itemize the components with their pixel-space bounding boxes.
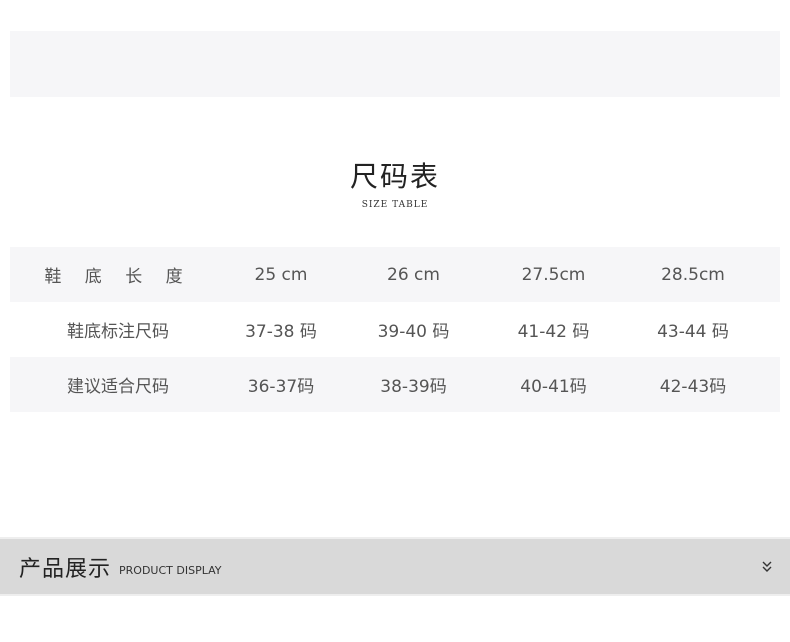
table-cell: 42-43码 xyxy=(659,377,727,397)
table-cell: 36-37码 xyxy=(247,377,315,397)
table-cell: 43-44 码 xyxy=(657,322,729,342)
table-cell: 27.5cm xyxy=(521,264,586,285)
table-cell: 28.5cm xyxy=(661,264,725,285)
row-header: 鞋底标注尺码 xyxy=(67,322,169,342)
table-cell: 25 cm xyxy=(254,264,308,285)
table-cell: 39-40 码 xyxy=(377,322,450,342)
row-header: 建议适合尺码 xyxy=(67,377,169,397)
table-cell: 38-39码 xyxy=(380,377,447,397)
size-table-title: 尺码表 xyxy=(349,160,440,193)
row-header: 鞋 底 长 度 xyxy=(44,267,192,287)
table-row-sole-length: 鞋 底 长 度 25 cm 26 cm 27.5cm 28.5cm xyxy=(10,247,780,302)
product-display-header[interactable]: 产品展示 PRODUCT DISPLAY xyxy=(0,537,790,596)
product-display-title: 产品展示 xyxy=(19,556,112,582)
size-table-heading: 尺码表 SIZE TABLE xyxy=(0,158,790,210)
banner-placeholder xyxy=(10,31,780,97)
size-table-subtitle: SIZE TABLE xyxy=(361,200,429,210)
table-row-marked-size: 鞋底标注尺码 37-38 码 39-40 码 41-42 码 43-44 码 xyxy=(10,302,780,357)
table-row-recommended-size: 建议适合尺码 36-37码 38-39码 40-41码 42-43码 xyxy=(10,357,780,412)
table-cell: 41-42 码 xyxy=(517,322,590,342)
double-chevron-down-icon[interactable] xyxy=(760,559,774,575)
size-table: 鞋 底 长 度 25 cm 26 cm 27.5cm 28.5cm 鞋底标注尺码… xyxy=(10,247,780,412)
table-cell: 26 cm xyxy=(387,264,440,285)
table-cell: 37-38 码 xyxy=(245,322,317,342)
product-display-subtitle: PRODUCT DISPLAY xyxy=(119,564,222,577)
table-cell: 40-41码 xyxy=(520,377,587,397)
